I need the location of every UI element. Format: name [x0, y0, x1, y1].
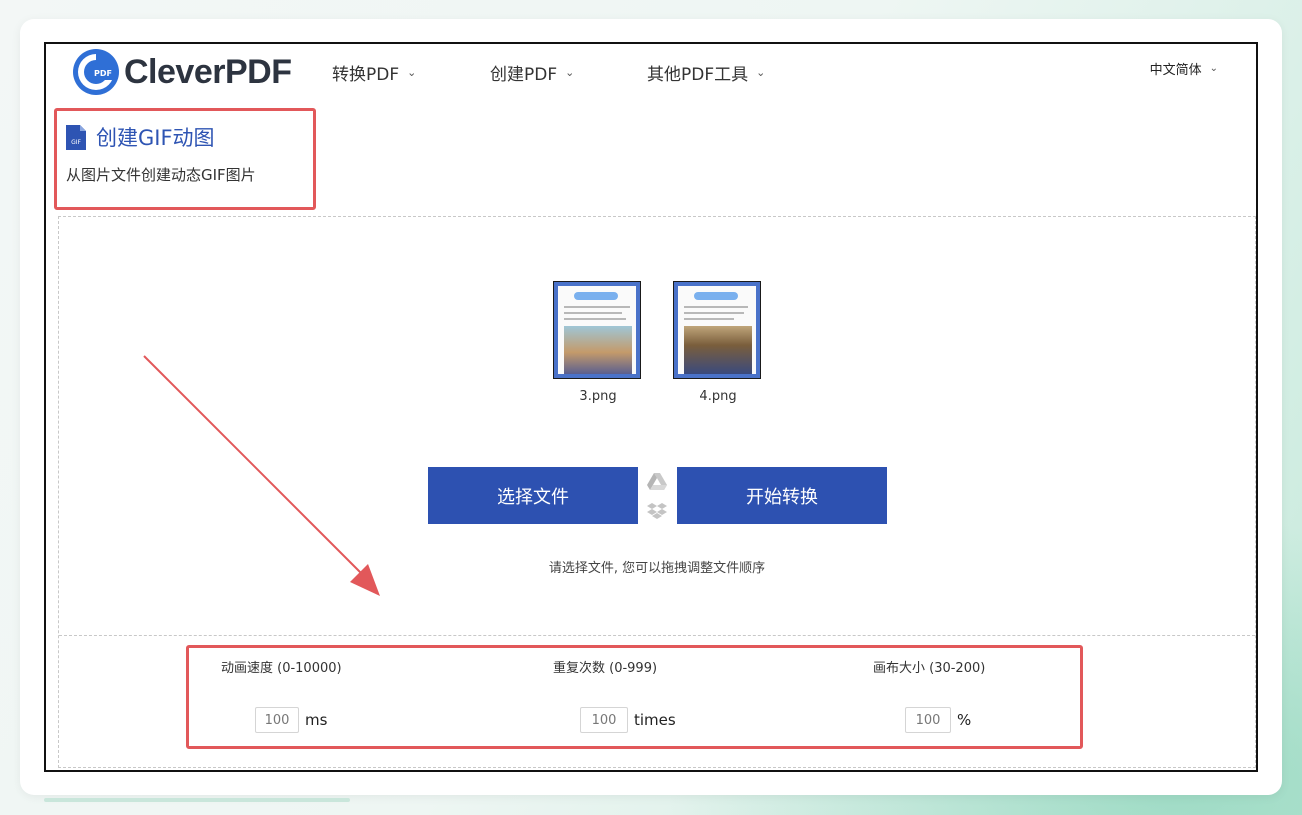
file-name: 4.png	[699, 389, 737, 404]
section-divider	[59, 635, 1255, 636]
nav-label: 其他PDF工具	[647, 65, 749, 85]
select-file-button[interactable]: 选择文件	[428, 467, 638, 524]
chevron-down-icon: ⌄	[407, 66, 417, 79]
file-thumbnail[interactable]: 4.png	[673, 281, 763, 404]
chevron-down-icon: ⌄	[756, 66, 766, 79]
start-convert-button[interactable]: 开始转换	[677, 467, 887, 524]
nav-label: 转换PDF	[332, 65, 400, 85]
brand-name: CleverPDF	[124, 52, 292, 91]
nav-other-tools[interactable]: 其他PDF工具 ⌄	[647, 60, 765, 85]
card-underline	[44, 798, 350, 802]
annotation-box-title	[54, 108, 316, 210]
file-thumbnail[interactable]: 3.png	[553, 281, 643, 404]
upload-hint: 请选择文件, 您可以拖拽调整文件顺序	[548, 561, 766, 576]
file-preview-image	[673, 281, 761, 379]
chevron-down-icon: ⌄	[1209, 63, 1218, 74]
chevron-down-icon: ⌄	[565, 66, 575, 79]
nav-convert-pdf[interactable]: 转换PDF ⌄	[332, 60, 416, 85]
svg-text:PDF: PDF	[94, 69, 112, 78]
dropbox-icon[interactable]	[647, 503, 667, 521]
nav-label: 创建PDF	[490, 65, 558, 85]
cloud-source-icons	[647, 473, 667, 533]
annotation-box-settings	[186, 645, 1083, 749]
language-selector[interactable]: 中文简体 ⌄	[1150, 59, 1218, 78]
logo[interactable]: PDF CleverPDF	[72, 48, 292, 96]
file-name: 3.png	[579, 389, 617, 404]
nav-create-pdf[interactable]: 创建PDF ⌄	[490, 60, 574, 85]
site-header: PDF CleverPDF 转换PDF ⌄ 创建PDF ⌄ 其他PDF工具 ⌄ …	[46, 44, 1256, 104]
cleverpdf-logo-icon: PDF	[73, 49, 119, 95]
browser-frame: PDF CleverPDF 转换PDF ⌄ 创建PDF ⌄ 其他PDF工具 ⌄ …	[44, 42, 1258, 772]
google-drive-icon[interactable]	[647, 473, 667, 491]
file-preview-image	[553, 281, 641, 379]
language-label: 中文简体	[1149, 63, 1202, 78]
